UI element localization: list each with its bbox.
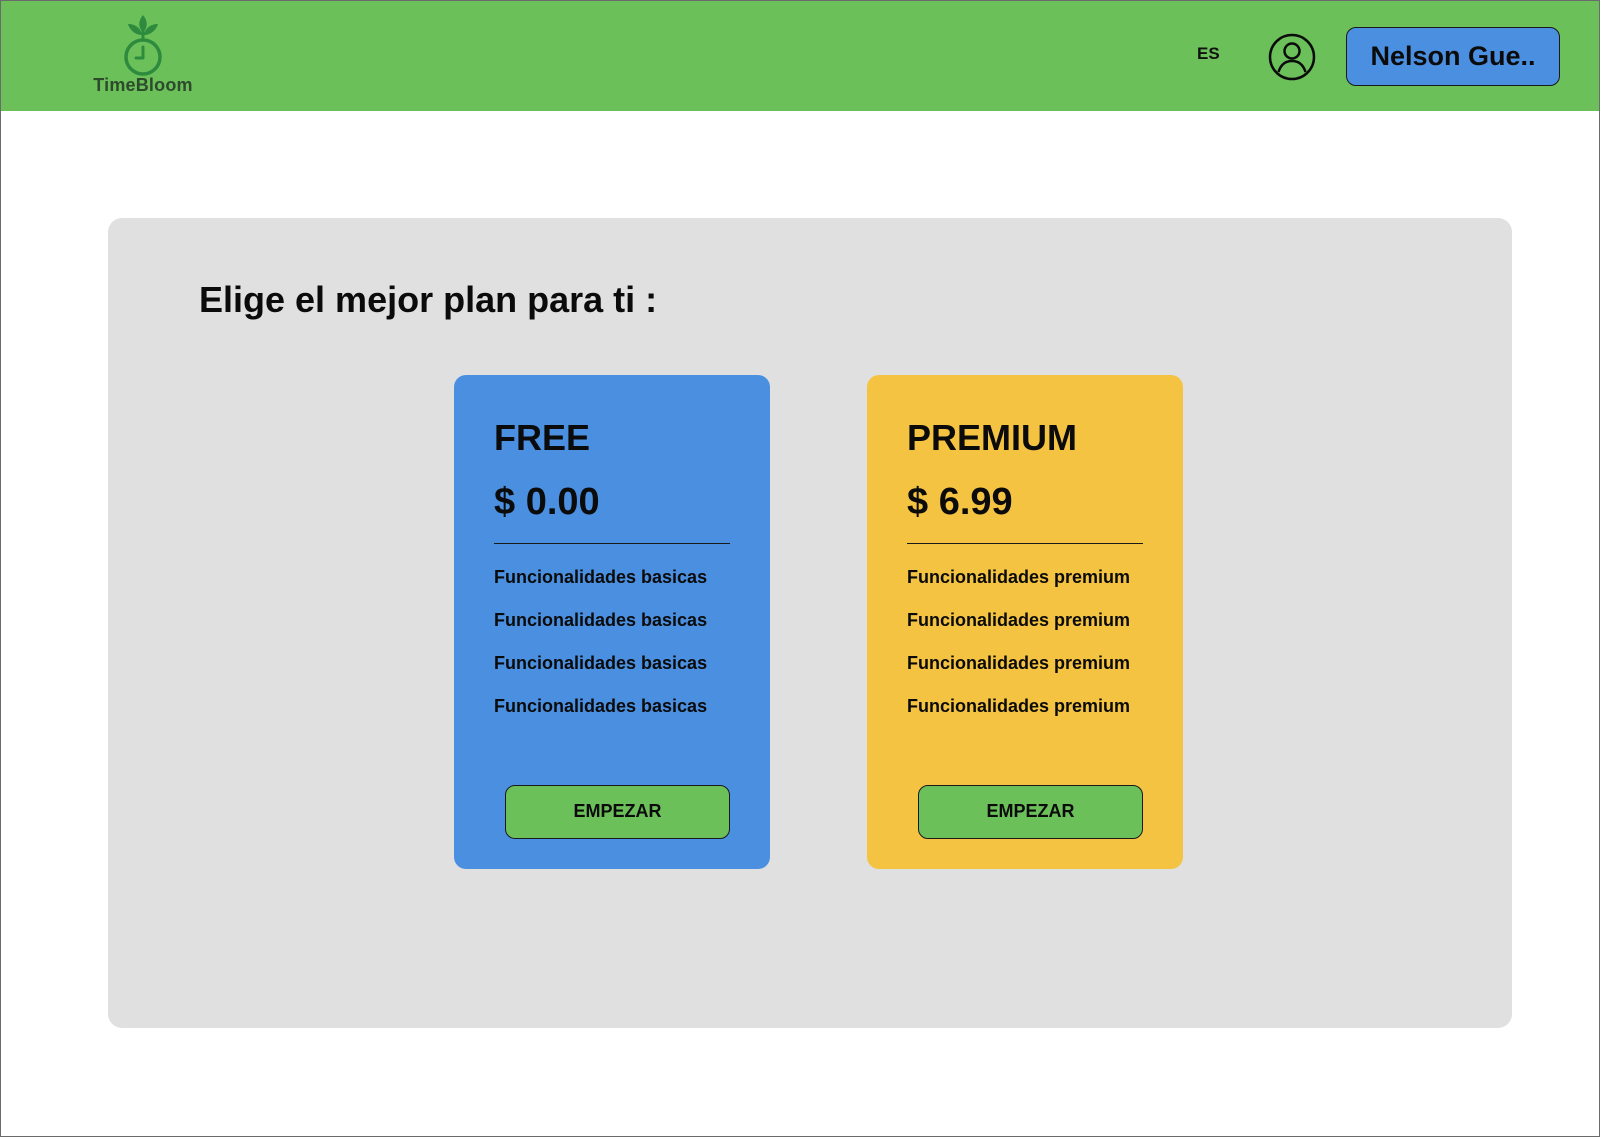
- plan-card-premium: PREMIUM $ 6.99 Funcionalidades premium F…: [867, 375, 1183, 869]
- feature-item: Funcionalidades premium: [907, 567, 1131, 587]
- feature-item: Funcionalidades premium: [907, 610, 1131, 630]
- language-selector[interactable]: ES: [1197, 44, 1220, 64]
- feature-item: Funcionalidades basicas: [494, 567, 708, 587]
- plan-card-free: FREE $ 0.00 Funcionalidades basicas Func…: [454, 375, 770, 869]
- plan-name: PREMIUM: [907, 417, 1077, 458]
- divider: [494, 543, 730, 544]
- plan-name: FREE: [494, 417, 591, 458]
- pricing-panel: Elige el mejor plan para ti : FREE $ 0.0…: [108, 218, 1512, 1028]
- top-navbar: TimeBloom ES Nelson Gue..: [1, 1, 1599, 111]
- logo-text: TimeBloom: [93, 75, 193, 95]
- feature-item: Funcionalidades premium: [907, 696, 1131, 716]
- feature-item: Funcionalidades basicas: [494, 696, 708, 716]
- plan-price: $ 6.99: [907, 481, 1013, 523]
- user-circle-icon[interactable]: [1268, 33, 1316, 81]
- app-window: TimeBloom ES Nelson Gue.. Elige el mejor…: [0, 0, 1600, 1137]
- page-title: Elige el mejor plan para ti :: [199, 279, 658, 320]
- user-account-button[interactable]: Nelson Gue..: [1346, 27, 1560, 86]
- feature-item: Funcionalidades premium: [907, 653, 1131, 673]
- divider: [907, 543, 1143, 544]
- feature-item: Funcionalidades basicas: [494, 653, 708, 673]
- sprout-clock-icon: [124, 15, 162, 76]
- feature-list: Funcionalidades basicas Funcionalidades …: [494, 566, 707, 738]
- start-premium-button[interactable]: EMPEZAR: [918, 785, 1143, 839]
- logo[interactable]: TimeBloom: [87, 9, 199, 101]
- feature-list: Funcionalidades premium Funcionalidades …: [907, 566, 1130, 738]
- start-free-button[interactable]: EMPEZAR: [505, 785, 730, 839]
- plan-price: $ 0.00: [494, 481, 600, 523]
- feature-item: Funcionalidades basicas: [494, 610, 708, 630]
